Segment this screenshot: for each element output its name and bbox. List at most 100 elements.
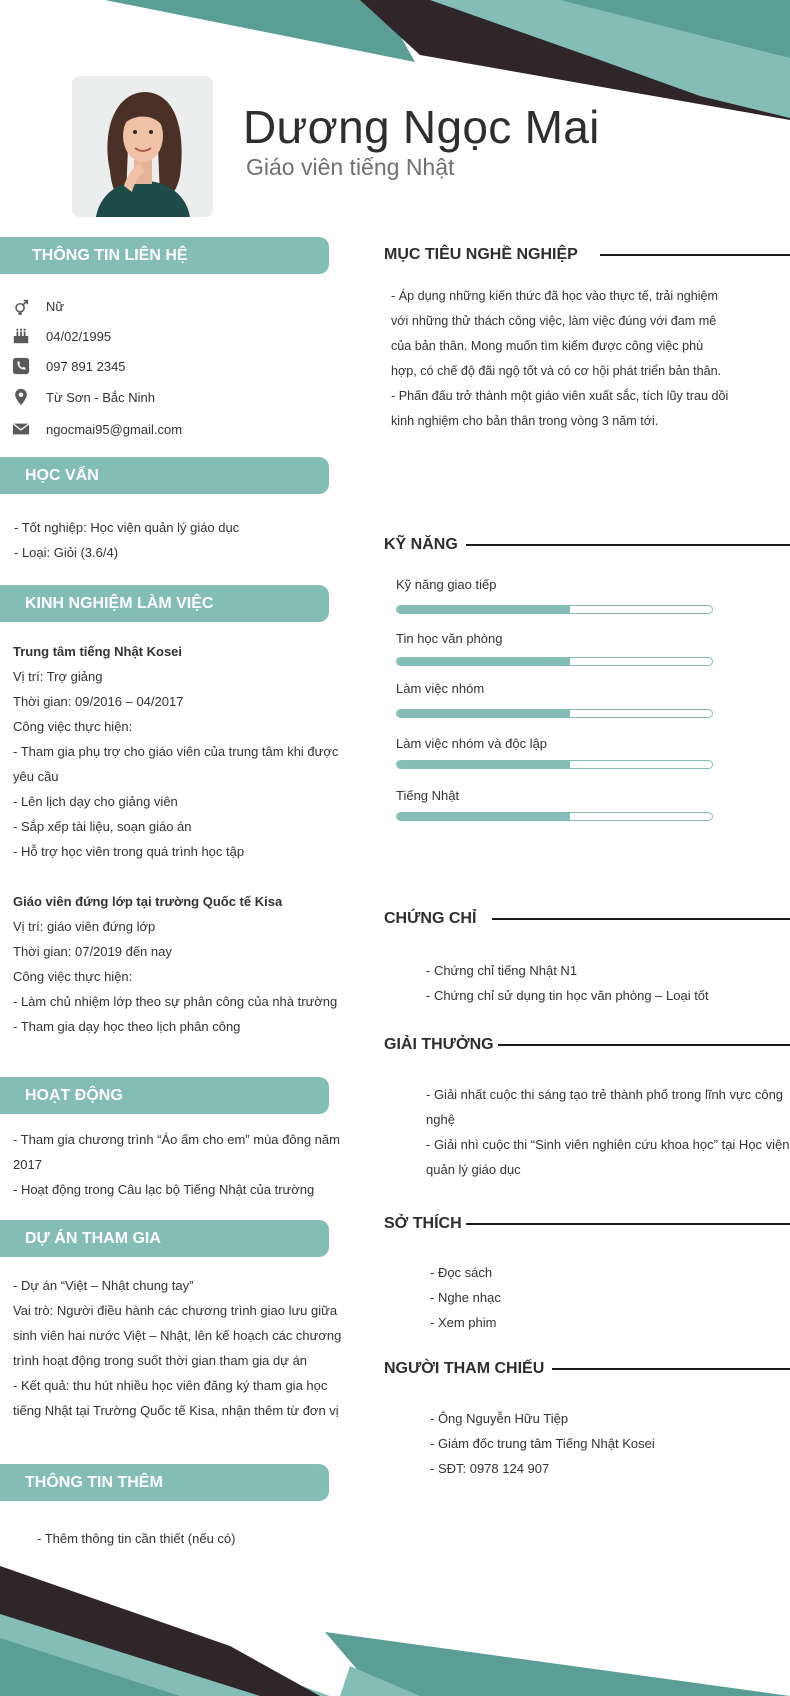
projects-line: - Kết quả: thu hút nhiều học viên đăng k…	[13, 1378, 328, 1393]
education-heading: HỌC VẤN	[0, 457, 329, 494]
certificates-content: - Chứng chỉ tiếng Nhật N1 - Chứng chỉ sử…	[426, 958, 709, 1008]
award-line: quản lý giáo dục	[426, 1162, 521, 1177]
activities-line: - Tham gia chương trình “Áo ấm cho em” m…	[13, 1132, 340, 1147]
objective-line: - Phấn đấu trở thành một giáo viên xuất …	[391, 389, 729, 403]
experience-line: - Làm chủ nhiệm lớp theo sự phân công củ…	[13, 994, 338, 1009]
contact-gender-row: Nữ	[10, 294, 64, 318]
location-pin-icon	[10, 386, 32, 408]
contact-email-row: ngocmai95@gmail.com	[10, 417, 182, 441]
phone-icon	[10, 355, 32, 377]
awards-content: - Giải nhất cuộc thi sáng tạo trẻ thành …	[426, 1082, 790, 1182]
skill-label: Tin học văn phòng	[396, 631, 503, 646]
contact-heading: THÔNG TIN LIÊN HỆ	[0, 237, 329, 274]
awards-heading: GIẢI THƯỞNG	[384, 1033, 790, 1057]
activities-line: - Hoạt động trong Câu lạc bộ Tiếng Nhật …	[13, 1182, 315, 1197]
experience-line: - Tham gia phụ trợ cho giáo viên của tru…	[13, 744, 339, 759]
envelope-icon	[10, 418, 32, 440]
projects-heading: DỰ ÁN THAM GIA	[0, 1220, 329, 1257]
hobbies-heading: SỞ THÍCH	[384, 1212, 790, 1236]
profile-photo	[72, 76, 213, 217]
certificates-heading: CHỨNG CHỈ	[384, 907, 790, 931]
experience-line: yêu cầu	[13, 769, 59, 784]
contact-email[interactable]: ngocmai95@gmail.com	[46, 422, 182, 437]
experience-line: - Lên lịch dạy cho giảng viên	[13, 794, 178, 809]
experience-job-1: Trung tâm tiếng Nhật Kosei Vị trí: Trợ g…	[13, 639, 338, 864]
experience-heading: KINH NGHIỆM LÀM VIỆC	[0, 585, 329, 622]
experience-line: Công việc thực hiện:	[13, 719, 133, 734]
contact-address-row: Từ Sơn - Bắc Ninh	[10, 385, 155, 409]
hobby-line: - Xem phim	[430, 1315, 497, 1330]
objective-heading: MỤC TIÊU NGHỀ NGHIỆP	[384, 243, 790, 267]
education-content: - Tốt nghiệp: Học viện quản lý giáo dục …	[14, 515, 239, 565]
award-line: nghệ	[426, 1112, 455, 1127]
skill-bar	[396, 709, 713, 718]
skill-bar	[396, 657, 713, 666]
candidate-name: Dương Ngọc Mai	[243, 101, 600, 153]
experience-job-2: Giáo viên đứng lớp tại trường Quốc tế Ki…	[13, 889, 337, 1039]
experience-line: Vị trí: giáo viên đứng lớp	[13, 919, 156, 934]
skill-level-fill	[397, 813, 571, 820]
experience-line: - Hỗ trợ học viên trong quá trình học tậ…	[13, 844, 245, 859]
experience-line: Công việc thực hiện:	[13, 969, 133, 984]
skill-bar	[396, 760, 713, 769]
skill-level-fill	[397, 710, 571, 717]
award-line: - Giải nhì cuộc thi “Sinh viên nghiên cứ…	[426, 1137, 790, 1152]
experience-company: Giáo viên đứng lớp tại trường Quốc tế Ki…	[13, 894, 283, 909]
extra-info-line: - Thêm thông tin cần thiết (nếu có)	[37, 1531, 236, 1546]
certificate-line: - Chứng chỉ sử dụng tin học văn phòng – …	[426, 988, 709, 1003]
experience-company: Trung tâm tiếng Nhật Kosei	[13, 644, 183, 659]
objective-line: với những thử thách công việc, làm việc …	[391, 314, 717, 328]
education-line: - Tốt nghiệp: Học viện quản lý giáo dục	[14, 520, 240, 535]
experience-line: Thời gian: 07/2019 đến nay	[13, 944, 172, 959]
extra-info-content: - Thêm thông tin cần thiết (nếu có)	[37, 1526, 235, 1551]
objective-line: kinh nghiệm cho bản thân trong vòng 3 nă…	[391, 414, 659, 428]
gender-icon	[10, 295, 32, 317]
certificate-line: - Chứng chỉ tiếng Nhật N1	[426, 963, 578, 978]
hobby-line: - Đọc sách	[430, 1265, 493, 1280]
activities-content: - Tham gia chương trình “Áo ấm cho em” m…	[13, 1127, 340, 1202]
skill-label: Tiếng Nhật	[396, 788, 460, 803]
objective-line: hợp, có chế độ đãi ngộ tốt và có cơ hội …	[391, 364, 722, 378]
experience-line: - Sắp xếp tài liệu, soạn giáo án	[13, 819, 192, 834]
skill-label: Làm việc nhóm và độc lập	[396, 736, 548, 751]
candidate-job-title: Giáo viên tiếng Nhật	[246, 154, 455, 180]
objective-line: - Áp dụng những kiến thức đã học vào thự…	[391, 289, 719, 303]
education-line: - Loại: Giỏi (3.6/4)	[14, 545, 119, 560]
extra-info-heading: THÔNG TIN THÊM	[0, 1464, 329, 1501]
references-content: - Ông Nguyễn Hữu Tiệp - Giám đốc trung t…	[430, 1406, 655, 1481]
projects-line: tiếng Nhật tại Trường Quốc tế Kisa, nhận…	[13, 1403, 339, 1418]
skill-level-fill	[397, 658, 571, 665]
references-heading: NGƯỜI THAM CHIẾU	[384, 1357, 790, 1381]
projects-line: - Dự án “Việt – Nhật chung tay”	[13, 1278, 194, 1293]
contact-birthday-row: 04/02/1995	[10, 324, 111, 348]
contact-gender: Nữ	[46, 298, 65, 314]
projects-content: - Dự án “Việt – Nhật chung tay” Vai trò:…	[13, 1273, 341, 1423]
experience-line: Vị trí: Trợ giảng	[13, 669, 103, 684]
skill-bar	[396, 812, 713, 821]
reference-line: - Giám đốc trung tâm Tiếng Nhật Kosei	[430, 1436, 655, 1451]
contact-phone: 097 891 2345	[46, 358, 126, 374]
contact-phone-row: 097 891 2345	[10, 354, 126, 378]
experience-line: Thời gian: 09/2016 – 04/2017	[13, 694, 184, 709]
skill-bar	[396, 605, 713, 614]
reference-line: - Ông Nguyễn Hữu Tiệp	[430, 1411, 569, 1426]
reference-line: - SĐT: 0978 124 907	[430, 1461, 550, 1476]
experience-line: - Tham gia dạy học theo lịch phân công	[13, 1019, 241, 1034]
activities-line: 2017	[13, 1157, 42, 1172]
objective-content: - Áp dụng những kiến thức đã học vào thự…	[391, 284, 728, 434]
hobby-line: - Nghe nhạc	[430, 1290, 501, 1305]
bottom-decorative-band	[0, 1566, 790, 1696]
contact-address: Từ Sơn - Bắc Ninh	[46, 389, 155, 405]
skill-label: Làm việc nhóm	[396, 681, 485, 696]
birthday-cake-icon	[10, 325, 32, 347]
skill-level-fill	[397, 606, 571, 613]
skill-label: Kỹ năng giao tiếp	[396, 577, 497, 592]
objective-line: của bản thân. Mong muốn tìm kiếm được cô…	[391, 339, 704, 353]
award-line: - Giải nhất cuộc thi sáng tạo trẻ thành …	[426, 1087, 784, 1102]
contact-birthday: 04/02/1995	[46, 328, 112, 344]
activities-heading: HOẠT ĐỘNG	[0, 1077, 329, 1114]
projects-line: trình hoạt động trong suốt thời gian tha…	[13, 1353, 308, 1368]
projects-line: sinh viên hai nước Việt – Nhật, lên kế h…	[13, 1328, 342, 1343]
skills-heading: KỸ NĂNG	[384, 533, 790, 557]
skill-level-fill	[397, 761, 571, 768]
